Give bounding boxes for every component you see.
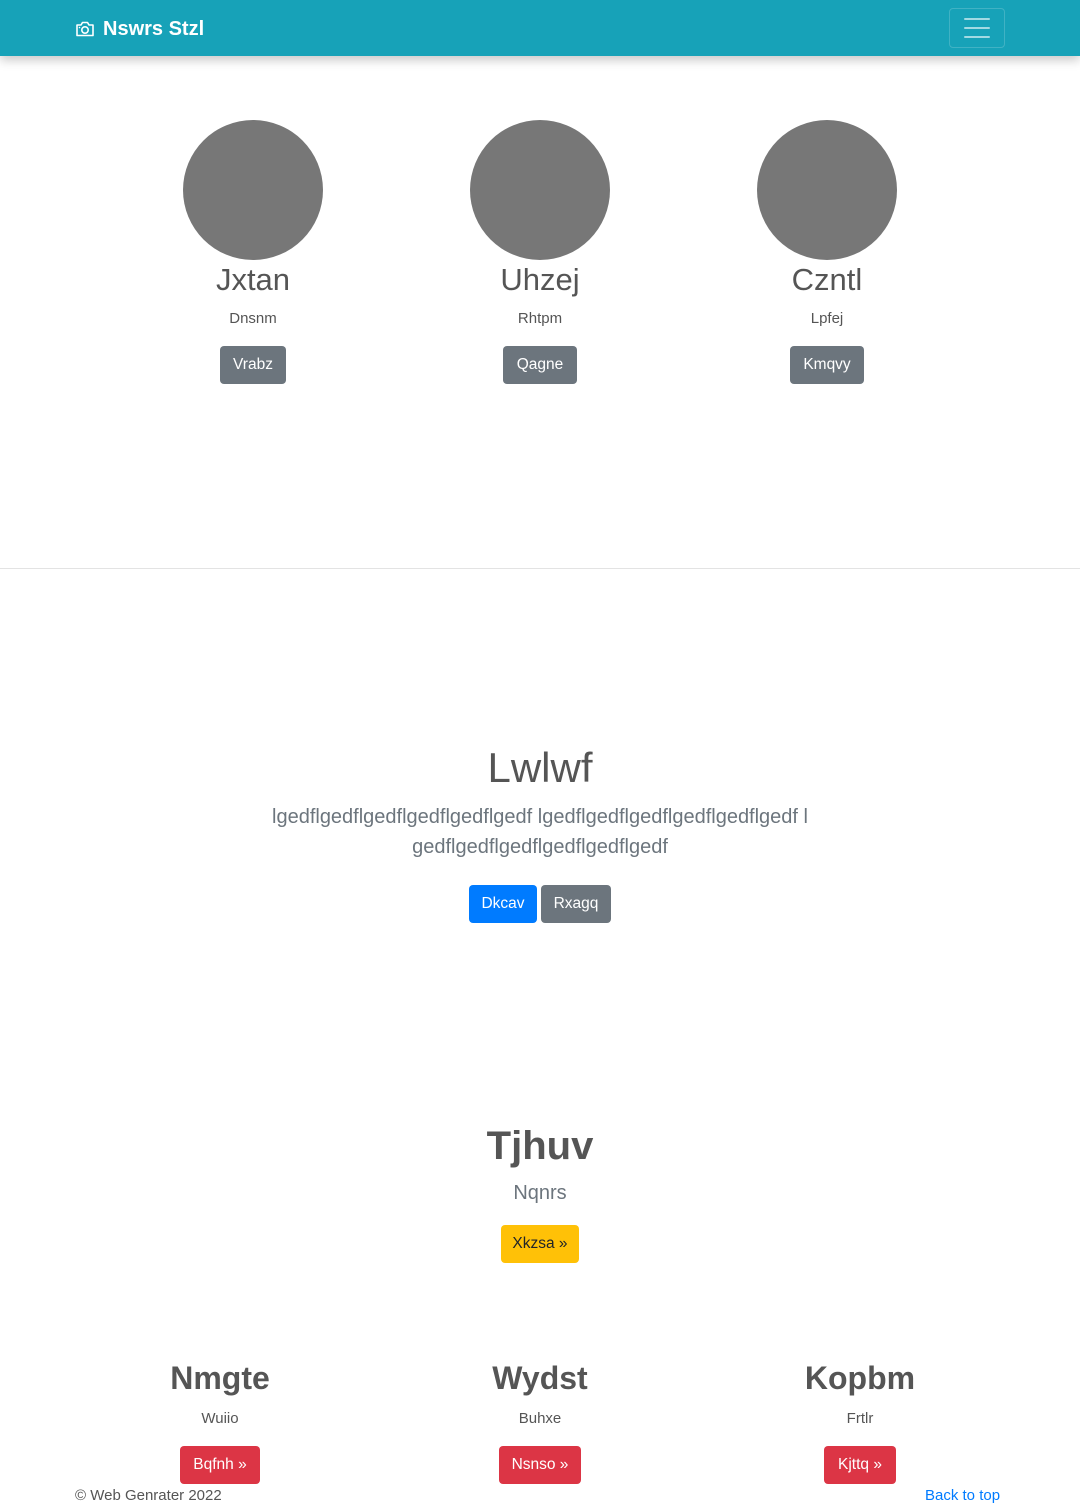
team-member-name: Jxtan bbox=[215, 262, 291, 297]
hamburger-menu-icon bbox=[964, 36, 990, 38]
column-title: Wydst bbox=[492, 1360, 588, 1396]
team-member-button[interactable]: Kmqvy bbox=[790, 346, 864, 384]
section-divider bbox=[0, 568, 1080, 569]
navbar-toggler-button[interactable] bbox=[949, 8, 1005, 48]
back-to-top-link[interactable]: Back to top bbox=[925, 1487, 1000, 1504]
column-title: Nmgte bbox=[170, 1360, 270, 1396]
team-member-name: Czntl bbox=[791, 262, 863, 297]
team-member-role: Rhtpm bbox=[517, 310, 563, 327]
hero-text: lgedflgedflgedflgedflgedflgedf lgedflged… bbox=[272, 806, 808, 858]
avatar bbox=[183, 120, 323, 260]
hamburger-menu-icon bbox=[964, 27, 990, 29]
hero-secondary-button[interactable]: Rxagq bbox=[541, 885, 611, 923]
team-member-button[interactable]: Vrabz bbox=[220, 346, 286, 384]
brand-link[interactable]: Nswrs Stzl bbox=[75, 16, 204, 42]
column-title: Kopbm bbox=[804, 1360, 916, 1396]
feature-subtitle: Nqnrs bbox=[513, 1182, 567, 1204]
camera-icon bbox=[75, 20, 95, 38]
avatar bbox=[470, 120, 610, 260]
column-button[interactable]: Bqfnh » bbox=[180, 1446, 260, 1484]
column-text: Buhxe bbox=[518, 1410, 562, 1427]
feature-button[interactable]: Xkzsa » bbox=[501, 1225, 579, 1263]
team-member-name: Uhzej bbox=[500, 262, 580, 297]
brand-name: Nswrs Stzl bbox=[103, 17, 205, 40]
navbar: Nswrs Stzl bbox=[0, 0, 1080, 56]
feature-title: Tjhuv bbox=[486, 1124, 594, 1168]
hamburger-menu-icon bbox=[964, 18, 990, 20]
team-member-button[interactable]: Qagne bbox=[503, 346, 577, 384]
hero-primary-button[interactable]: Dkcav bbox=[469, 885, 537, 923]
hero-title: Lwlwf bbox=[487, 744, 593, 791]
column-text: Wuiio bbox=[201, 1410, 239, 1427]
column-button[interactable]: Kjttq » bbox=[824, 1446, 896, 1484]
team-member-role: Lpfej bbox=[810, 310, 844, 327]
column-button[interactable]: Nsnso » bbox=[499, 1446, 581, 1484]
avatar bbox=[757, 120, 897, 260]
footer-copyright: © Web Genrater 2022 bbox=[75, 1487, 222, 1504]
column-text: Frtlr bbox=[846, 1410, 874, 1427]
team-member-role: Dnsnm bbox=[229, 310, 277, 327]
